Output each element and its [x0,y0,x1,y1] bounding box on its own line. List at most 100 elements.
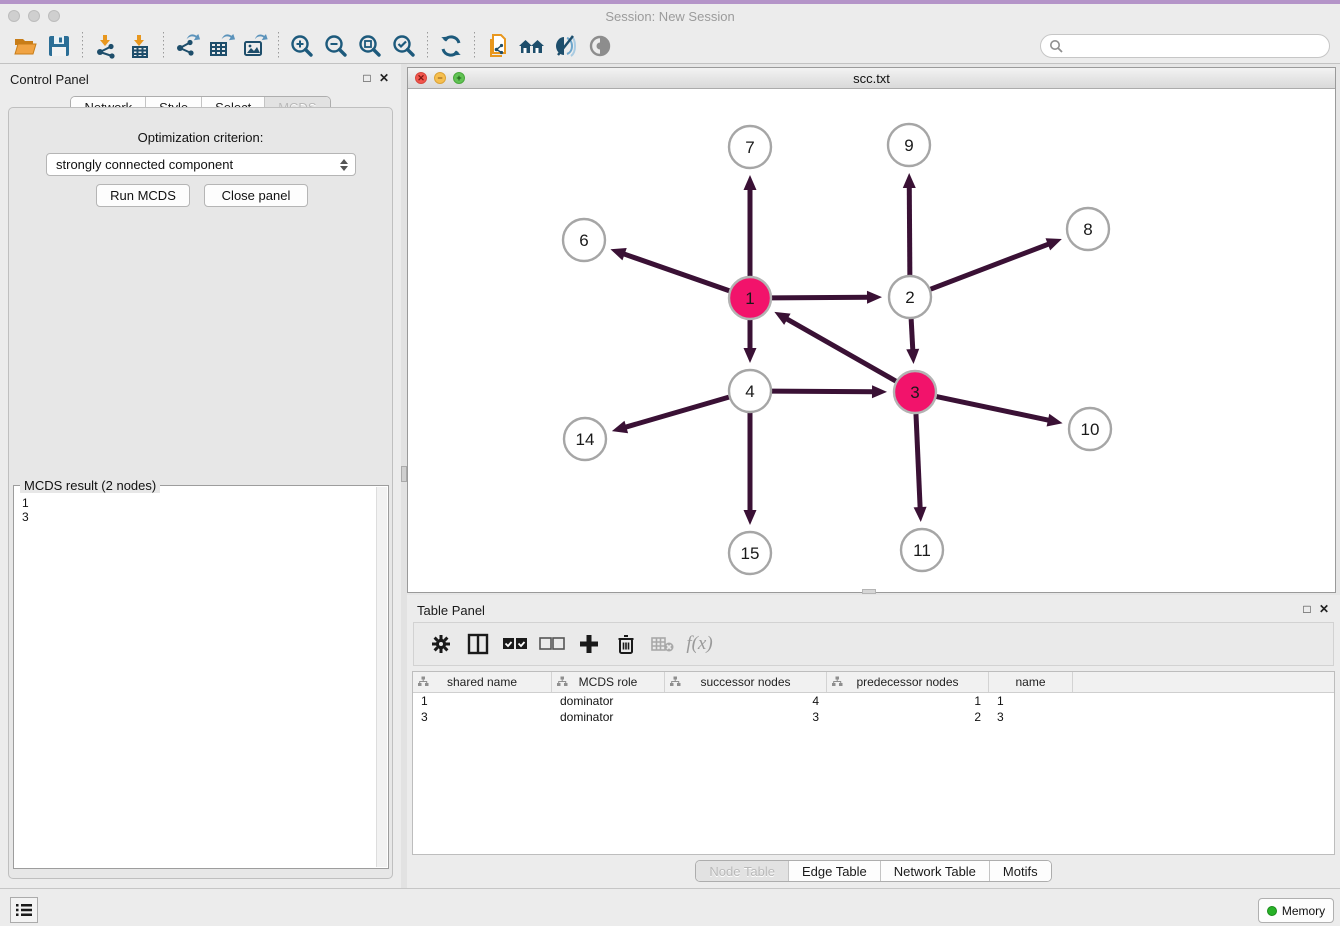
function-builder-icon[interactable]: f(x) [681,627,718,661]
graph-edge-1-2[interactable] [772,297,870,298]
column-label: shared name [447,675,517,689]
show-all-icon[interactable] [583,31,617,61]
table-cell: dominator [552,709,665,725]
select-all-icon[interactable] [496,627,533,661]
zoom-out-icon[interactable] [319,31,353,61]
table-row[interactable]: 3dominator323 [413,709,1334,725]
graph-edge-2-9[interactable] [909,185,910,275]
close-panel-button[interactable]: Close panel [204,184,308,207]
zoom-selected-icon[interactable] [387,31,421,61]
zoom-fit-icon[interactable] [353,31,387,61]
tab-node-table[interactable]: Node Table [696,861,788,881]
optimization-criterion-label: Optimization criterion: [9,130,392,145]
table-panel-tabs: Node TableEdge TableNetwork TableMotifs [407,860,1340,882]
tab-edge-table[interactable]: Edge Table [788,861,880,881]
search-icon [1049,39,1063,53]
table-row[interactable]: 1dominator411 [413,693,1334,709]
app-titlebar: Session: New Session [0,4,1340,28]
column-header-shared-name[interactable]: shared name [413,672,552,692]
graph-node-label-10: 10 [1081,420,1100,439]
graph-edge-1-6[interactable] [622,253,729,291]
select-stepper-icon [340,159,348,171]
deselect-all-icon[interactable] [533,627,570,661]
optimization-criterion-select[interactable]: strongly connected component [46,153,356,176]
hide-selected-icon[interactable] [549,31,583,61]
memory-label: Memory [1282,904,1325,918]
graph-edge-4-3[interactable] [772,391,875,392]
clone-network-icon[interactable] [481,31,515,61]
table-panel-title: Table Panel [417,603,485,618]
graph-edge-arrowhead [903,173,916,188]
mcds-result-scrollbar[interactable] [376,487,387,867]
close-panel-icon[interactable]: ✕ [377,71,391,85]
task-history-button[interactable] [10,897,38,923]
close-table-panel-icon[interactable]: ✕ [1317,602,1331,616]
network-window-titlebar[interactable]: ✕ − + scc.txt [408,68,1335,89]
save-session-icon[interactable] [42,31,76,61]
network-view-window: ✕ − + scc.txt 7968124314101511 [407,67,1336,593]
graph-edge-arrowhead [744,175,757,190]
float-panel-icon[interactable]: □ [360,71,374,85]
column-header-name[interactable]: name [989,672,1073,692]
graph-node-label-4: 4 [745,382,754,401]
criterion-value: strongly connected component [56,157,233,172]
graph-edge-3-11[interactable] [916,414,920,510]
network-graph[interactable]: 7968124314101511 [408,89,1335,592]
graph-edge-arrowhead [914,507,927,522]
delete-row-icon[interactable] [607,627,644,661]
node-table-body: 1dominator4113dominator323 [413,693,1334,725]
control-panel: Control Panel □ ✕ NetworkStyleSelectMCDS… [0,64,401,888]
search-input[interactable] [1063,39,1321,53]
import-network-icon[interactable] [89,31,123,61]
graph-edge-3-1[interactable] [785,318,896,381]
column-label: successor nodes [700,675,790,689]
status-bar: Memory [0,888,1340,926]
add-row-icon[interactable] [570,627,607,661]
show-columns-icon[interactable] [459,627,496,661]
graph-edge-4-14[interactable] [623,397,728,428]
graph-edge-arrowhead [1047,414,1063,427]
first-neighbors-icon[interactable] [515,31,549,61]
graph-node-label-15: 15 [741,544,760,563]
toolbar-separator [474,32,475,60]
column-label: predecessor nodes [856,675,958,689]
column-header-MCDS-role[interactable]: MCDS role [552,672,665,692]
export-table-icon[interactable] [204,31,238,61]
graph-edge-arrowhead [744,348,757,363]
zoom-in-icon[interactable] [285,31,319,61]
main-toolbar [0,28,1340,64]
export-network-icon[interactable] [170,31,204,61]
column-label: MCDS role [579,675,638,689]
graph-node-label-2: 2 [905,288,914,307]
graph-edge-arrowhead [872,385,887,398]
graph-node-label-6: 6 [579,231,588,250]
table-cell: 1 [413,693,552,709]
export-image-icon[interactable] [238,31,272,61]
table-settings-icon[interactable] [422,627,459,661]
import-table-icon[interactable] [123,31,157,61]
graph-edge-arrowhead [744,510,757,525]
memory-status-icon [1267,906,1277,916]
tab-network-table[interactable]: Network Table [880,861,989,881]
open-session-icon[interactable] [8,31,42,61]
graph-edge-2-8[interactable] [931,243,1051,289]
float-table-panel-icon[interactable]: □ [1300,602,1314,616]
apply-layout-icon[interactable] [434,31,468,61]
search-field[interactable] [1040,34,1330,58]
tab-motifs[interactable]: Motifs [989,861,1051,881]
mcds-result-text[interactable]: 1 3 [16,494,35,526]
toolbar-separator [163,32,164,60]
graph-edge-arrowhead [867,291,882,304]
graph-node-label-9: 9 [904,136,913,155]
memory-button[interactable]: Memory [1258,898,1334,923]
graph-edge-2-3[interactable] [911,319,913,352]
graph-node-label-14: 14 [576,430,595,449]
horizontal-splitter-handle[interactable] [862,589,876,594]
graph-node-label-3: 3 [910,383,919,402]
run-mcds-button[interactable]: Run MCDS [96,184,190,207]
graph-edge-arrowhead [906,349,919,364]
column-header-predecessor-nodes[interactable]: predecessor nodes [827,672,989,692]
delete-table-icon[interactable] [644,627,681,661]
graph-edge-3-10[interactable] [937,397,1051,421]
column-header-successor-nodes[interactable]: successor nodes [665,672,827,692]
